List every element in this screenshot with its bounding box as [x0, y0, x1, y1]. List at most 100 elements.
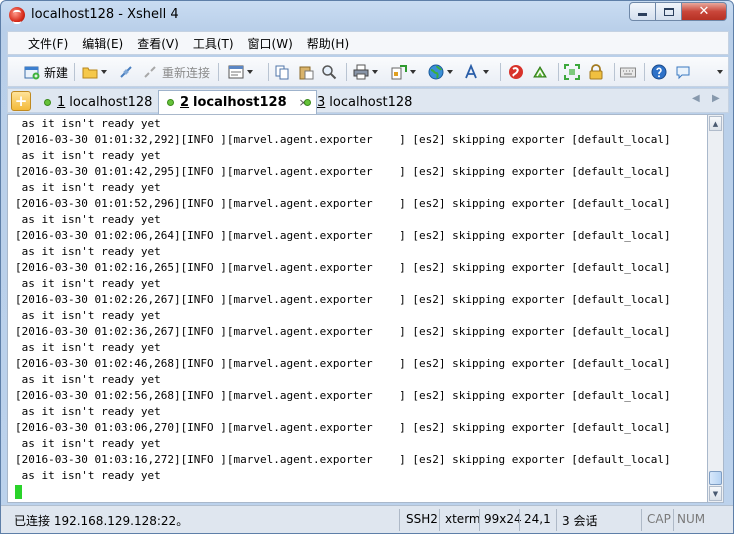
close-button[interactable]: ✕: [682, 2, 727, 21]
connected-dot-icon: [304, 98, 311, 106]
toolbar-separator: [644, 63, 645, 81]
terminal-line: [2016-03-30 01:02:46,268][INFO ][marvel.…: [15, 357, 671, 370]
toolbar-separator: [614, 63, 615, 81]
keyboard-button[interactable]: [620, 62, 636, 82]
menu-window[interactable]: 窗口(W): [248, 35, 293, 52]
chevron-down-icon: [372, 70, 378, 74]
vertical-scrollbar[interactable]: ▲ ▼: [708, 114, 724, 503]
scroll-thumb[interactable]: [709, 471, 722, 485]
xshell-icon: [508, 64, 524, 80]
tab-session-2[interactable]: 2 localhost128 ×: [158, 90, 317, 114]
terminal-line: as it isn't ready yet: [15, 149, 161, 162]
xshell-button[interactable]: [508, 62, 524, 82]
toolbar-separator: [346, 63, 347, 81]
chevron-down-icon: ▼: [712, 489, 719, 498]
tab-session-1[interactable]: 1 localhost128: [36, 91, 160, 113]
chat-button[interactable]: [675, 62, 691, 82]
terminal-line: as it isn't ready yet: [15, 309, 161, 322]
maximize-button[interactable]: [656, 2, 682, 21]
terminal-line: as it isn't ready yet: [15, 437, 161, 450]
status-separator: [641, 509, 642, 531]
close-icon: ✕: [698, 4, 710, 19]
title-bar: localhost128 - Xshell 4 ✕: [1, 1, 733, 29]
terminal-size-status: 99x24: [484, 512, 522, 526]
terminal-line: as it isn't ready yet: [15, 373, 161, 386]
help-icon: [651, 64, 667, 80]
terminal-line: [2016-03-30 01:01:52,296][INFO ][marvel.…: [15, 197, 671, 210]
paste-icon: [298, 64, 314, 80]
menu-bar: 文件(F) 编辑(E) 查看(V) 工具(T) 窗口(W) 帮助(H): [7, 31, 729, 55]
status-separator: [556, 509, 557, 531]
toolbar: 新建 重新连接: [7, 57, 729, 87]
status-separator: [439, 509, 440, 531]
fullscreen-button[interactable]: [564, 62, 580, 82]
print-button[interactable]: [353, 62, 378, 82]
connected-dot-icon: [44, 98, 51, 106]
num-lock-status: NUM: [677, 512, 706, 526]
menu-view[interactable]: 查看(V): [137, 35, 179, 52]
terminal-line: as it isn't ready yet: [15, 405, 161, 418]
terminal-line: [2016-03-30 01:02:56,268][INFO ][marvel.…: [15, 389, 671, 402]
toolbar-separator: [74, 63, 75, 81]
minimize-icon: [638, 13, 647, 16]
tab-label: localhost128: [193, 95, 287, 110]
cursor-position-status: 24,1: [524, 512, 551, 526]
globe-icon: [428, 64, 444, 80]
terminal-output[interactable]: as it isn't ready yet [2016-03-30 01:01:3…: [7, 114, 708, 503]
caps-lock-status: CAP: [647, 512, 671, 526]
window-controls: ✕: [629, 2, 727, 21]
terminal-line: as it isn't ready yet: [15, 117, 161, 130]
add-session-button[interactable]: +: [11, 91, 31, 111]
properties-button[interactable]: [228, 62, 253, 82]
plus-icon: +: [14, 92, 28, 110]
tab-number: 1: [57, 94, 66, 110]
tab-session-3[interactable]: 3 localhost128: [296, 91, 420, 113]
minimize-button[interactable]: [629, 2, 656, 21]
lock-icon: [588, 64, 604, 80]
chevron-down-icon: [410, 70, 416, 74]
font-icon: [464, 63, 480, 80]
terminal-line: [2016-03-30 01:02:16,265][INFO ][marvel.…: [15, 261, 671, 274]
open-button[interactable]: [82, 62, 107, 82]
font-button[interactable]: [464, 62, 489, 82]
tab-label: localhost128: [69, 94, 153, 110]
reconnect-button[interactable]: 重新连接: [142, 62, 210, 82]
new-session-button[interactable]: 新建: [24, 62, 68, 82]
menu-file[interactable]: 文件(F): [28, 35, 68, 52]
session-count-status: 3 会话: [562, 514, 598, 528]
xftp-icon: [532, 64, 548, 80]
tab-scroll-left-icon[interactable]: ◀: [692, 93, 700, 104]
connected-dot-icon: [167, 99, 174, 106]
status-separator: [399, 509, 400, 531]
menu-edit[interactable]: 编辑(E): [82, 35, 123, 52]
toolbar-separator: [500, 63, 501, 81]
connect-button[interactable]: [118, 62, 134, 82]
chevron-down-icon: [483, 70, 489, 74]
window-title: localhost128 - Xshell 4: [31, 7, 179, 22]
xshell-window: localhost128 - Xshell 4 ✕ 文件(F) 编辑(E) 查看…: [0, 0, 734, 534]
toolbar-separator: [218, 63, 219, 81]
lock-button[interactable]: [588, 62, 604, 82]
find-button[interactable]: [321, 62, 337, 82]
status-separator: [673, 509, 674, 531]
copy-button[interactable]: [274, 62, 290, 82]
xftp-button[interactable]: [532, 62, 548, 82]
help-button[interactable]: [651, 62, 667, 82]
menu-help[interactable]: 帮助(H): [307, 35, 349, 52]
terminal-line: as it isn't ready yet: [15, 277, 161, 290]
transfer-button[interactable]: [391, 62, 416, 82]
copy-icon: [274, 64, 290, 80]
scroll-up-button[interactable]: ▲: [709, 116, 722, 131]
toolbar-overflow-button[interactable]: [714, 62, 723, 82]
xshell-app-icon[interactable]: [9, 7, 25, 24]
chevron-down-icon: [101, 70, 107, 74]
search-icon: [321, 64, 337, 80]
scroll-down-button[interactable]: ▼: [709, 486, 722, 501]
tab-scroll-right-icon[interactable]: ▶: [712, 93, 720, 104]
globe-button[interactable]: [428, 62, 453, 82]
paste-button[interactable]: [298, 62, 314, 82]
chevron-down-icon: [447, 70, 453, 74]
terminal-line: [2016-03-30 01:02:26,267][INFO ][marvel.…: [15, 293, 671, 306]
menu-tools[interactable]: 工具(T): [193, 35, 234, 52]
status-separator: [519, 509, 520, 531]
